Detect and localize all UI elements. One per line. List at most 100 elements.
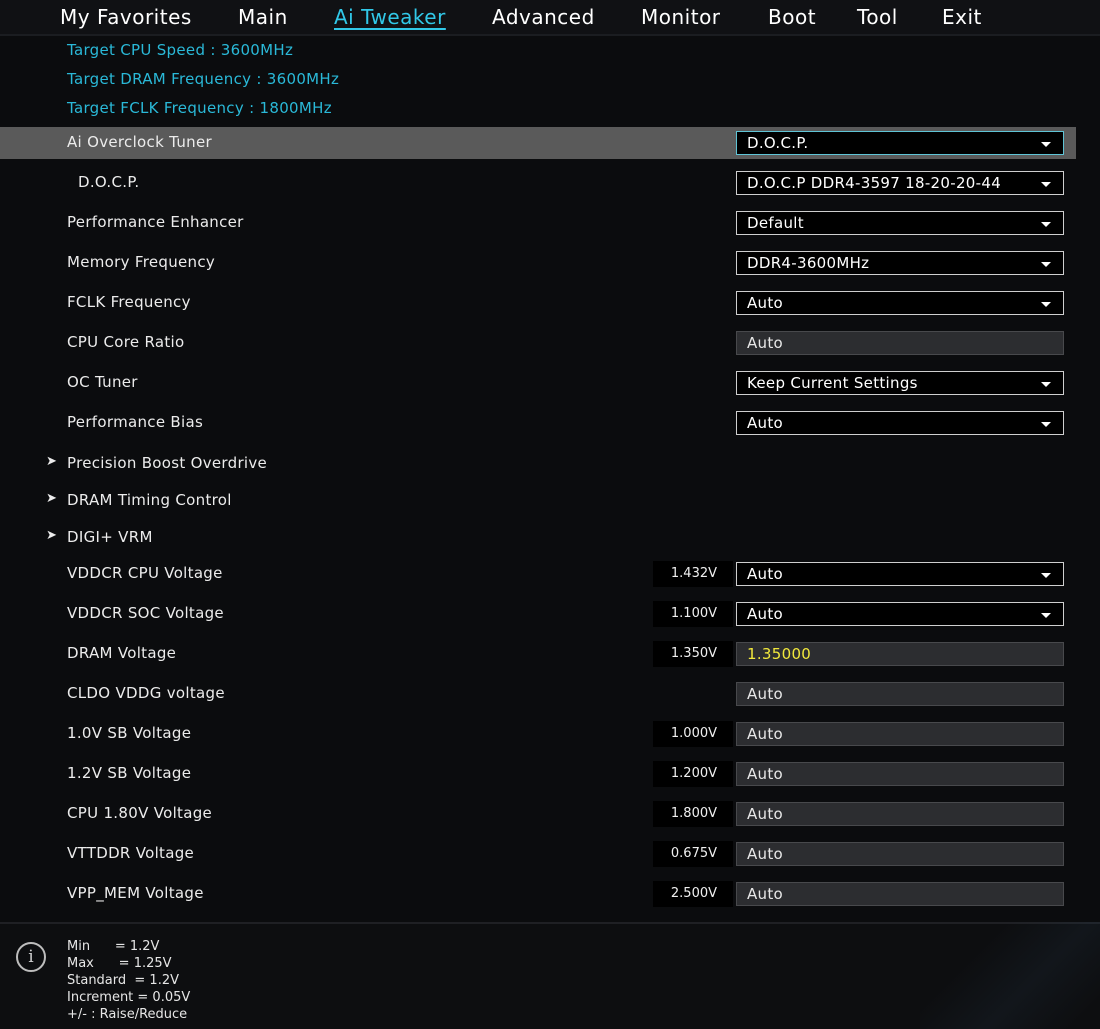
help-line-min: Min = 1.2V	[67, 939, 160, 954]
vddcr-cpu-voltage-select[interactable]: Auto	[736, 562, 1064, 586]
setting-label: VDDCR SOC Voltage	[67, 604, 224, 622]
setting-row-cpu-1-80v-voltage[interactable]: CPU 1.80V Voltage 1.800V Auto	[0, 798, 1076, 830]
performance-bias-select[interactable]: Auto	[736, 411, 1064, 435]
dram-voltage-input[interactable]: 1.35000	[736, 642, 1064, 666]
voltage-readout: 0.675V	[653, 841, 733, 867]
voltage-readout: 2.500V	[653, 881, 733, 907]
setting-row-dram-voltage[interactable]: DRAM Voltage 1.350V 1.35000	[0, 638, 1076, 670]
vpp-mem-voltage-input[interactable]: Auto	[736, 882, 1064, 906]
setting-row-cpu-core-ratio[interactable]: CPU Core Ratio Auto	[0, 327, 1076, 359]
voltage-readout: 1.432V	[653, 561, 733, 587]
tab-tool[interactable]: Tool	[857, 5, 898, 29]
submenu-precision-boost-overdrive[interactable]: ➤ Precision Boost Overdrive	[0, 448, 1076, 480]
chevron-down-icon	[1041, 222, 1051, 227]
setting-row-vddcr-cpu-voltage[interactable]: VDDCR CPU Voltage 1.432V Auto	[0, 558, 1076, 590]
tab-main[interactable]: Main	[238, 5, 288, 29]
setting-row-ai-overclock-tuner[interactable]: Ai Overclock Tuner D.O.C.P.	[0, 127, 1076, 159]
input-value: Auto	[747, 334, 784, 352]
help-line-increment: Increment = 0.05V	[67, 990, 191, 1005]
setting-row-1-2v-sb-voltage[interactable]: 1.2V SB Voltage 1.200V Auto	[0, 758, 1076, 790]
fclk-frequency-select[interactable]: Auto	[736, 291, 1064, 315]
chevron-down-icon	[1041, 573, 1051, 578]
tab-ai-tweaker[interactable]: Ai Tweaker	[334, 5, 446, 29]
setting-row-docp[interactable]: D.O.C.P. D.O.C.P DDR4-3597 18-20-20-44	[0, 167, 1076, 199]
top-nav: My Favorites Main Ai Tweaker Advanced Mo…	[0, 0, 1100, 34]
oc-tuner-select[interactable]: Keep Current Settings	[736, 371, 1064, 395]
arrow-right-icon: ➤	[46, 528, 57, 543]
decorative-glow	[920, 922, 1100, 1029]
submenu-label: DIGI+ VRM	[67, 528, 153, 546]
chevron-down-icon	[1041, 422, 1051, 427]
voltage-readout: 1.200V	[653, 761, 733, 787]
cpu-core-ratio-input[interactable]: Auto	[736, 331, 1064, 355]
chevron-down-icon	[1041, 302, 1051, 307]
setting-label: Memory Frequency	[67, 253, 216, 271]
setting-label: CPU Core Ratio	[67, 333, 185, 351]
setting-label: CPU 1.80V Voltage	[67, 804, 213, 822]
tab-advanced[interactable]: Advanced	[492, 5, 595, 29]
target-fclk-frequency: Target FCLK Frequency : 1800MHz	[67, 99, 332, 117]
arrow-right-icon: ➤	[46, 454, 57, 469]
cpu-1-80v-voltage-input[interactable]: Auto	[736, 802, 1064, 826]
tab-exit[interactable]: Exit	[942, 5, 982, 29]
tab-monitor[interactable]: Monitor	[641, 5, 721, 29]
select-value: D.O.C.P.	[747, 134, 809, 152]
voltage-readout: 1.350V	[653, 641, 733, 667]
select-value: Auto	[747, 414, 784, 432]
select-value: Auto	[747, 294, 784, 312]
help-line-max: Max = 1.25V	[67, 956, 172, 971]
setting-label: 1.0V SB Voltage	[67, 724, 192, 742]
chevron-down-icon	[1041, 613, 1051, 618]
setting-label: OC Tuner	[67, 373, 138, 391]
setting-row-cldo-vddg-voltage[interactable]: CLDO VDDG voltage Auto	[0, 678, 1076, 710]
tab-boot[interactable]: Boot	[768, 5, 816, 29]
setting-label: DRAM Voltage	[67, 644, 177, 662]
arrow-right-icon: ➤	[46, 491, 57, 506]
setting-row-performance-enhancer[interactable]: Performance Enhancer Default	[0, 207, 1076, 239]
input-value: Auto	[747, 725, 784, 743]
setting-row-vddcr-soc-voltage[interactable]: VDDCR SOC Voltage 1.100V Auto	[0, 598, 1076, 630]
setting-row-1-0v-sb-voltage[interactable]: 1.0V SB Voltage 1.000V Auto	[0, 718, 1076, 750]
setting-row-oc-tuner[interactable]: OC Tuner Keep Current Settings	[0, 367, 1076, 399]
setting-row-vpp-mem-voltage[interactable]: VPP_MEM Voltage 2.500V Auto	[0, 878, 1076, 910]
input-value: Auto	[747, 805, 784, 823]
setting-label: VPP_MEM Voltage	[67, 884, 204, 902]
voltage-readout: 1.000V	[653, 721, 733, 747]
submenu-label: DRAM Timing Control	[67, 491, 232, 509]
setting-label: 1.2V SB Voltage	[67, 764, 192, 782]
cldo-vddg-voltage-input[interactable]: Auto	[736, 682, 1064, 706]
docp-profile-select[interactable]: D.O.C.P DDR4-3597 18-20-20-44	[736, 171, 1064, 195]
voltage-readout: 1.100V	[653, 601, 733, 627]
vttddr-voltage-input[interactable]: Auto	[736, 842, 1064, 866]
tab-my-favorites[interactable]: My Favorites	[60, 5, 192, 29]
setting-row-performance-bias[interactable]: Performance Bias Auto	[0, 407, 1076, 439]
submenu-digi-vrm[interactable]: ➤ DIGI+ VRM	[0, 522, 1076, 554]
input-value: Auto	[747, 685, 784, 703]
ai-overclock-tuner-select[interactable]: D.O.C.P.	[736, 131, 1064, 155]
chevron-down-icon	[1041, 142, 1051, 147]
performance-enhancer-select[interactable]: Default	[736, 211, 1064, 235]
submenu-dram-timing-control[interactable]: ➤ DRAM Timing Control	[0, 485, 1076, 517]
select-value: Keep Current Settings	[747, 374, 918, 392]
select-value: DDR4-3600MHz	[747, 254, 870, 272]
target-cpu-speed: Target CPU Speed : 3600MHz	[67, 41, 294, 59]
help-line-standard: Standard = 1.2V	[67, 973, 179, 988]
input-value: Auto	[747, 885, 784, 903]
submenu-label: Precision Boost Overdrive	[67, 454, 268, 472]
chevron-down-icon	[1041, 382, 1051, 387]
info-icon: i	[16, 942, 46, 972]
1-2v-sb-voltage-input[interactable]: Auto	[736, 762, 1064, 786]
setting-label: FCLK Frequency	[67, 293, 191, 311]
voltage-readout: 1.800V	[653, 801, 733, 827]
memory-frequency-select[interactable]: DDR4-3600MHz	[736, 251, 1064, 275]
1-0v-sb-voltage-input[interactable]: Auto	[736, 722, 1064, 746]
setting-row-fclk-frequency[interactable]: FCLK Frequency Auto	[0, 287, 1076, 319]
vddcr-soc-voltage-select[interactable]: Auto	[736, 602, 1064, 626]
help-panel: i Min = 1.2V Max = 1.25V Standard = 1.2V…	[0, 922, 1100, 1029]
setting-row-memory-frequency[interactable]: Memory Frequency DDR4-3600MHz	[0, 247, 1076, 279]
select-value: Default	[747, 214, 804, 232]
setting-label: Ai Overclock Tuner	[67, 133, 212, 151]
select-value: D.O.C.P DDR4-3597 18-20-20-44	[747, 174, 1002, 192]
input-value: Auto	[747, 845, 784, 863]
setting-row-vttddr-voltage[interactable]: VTTDDR Voltage 0.675V Auto	[0, 838, 1076, 870]
